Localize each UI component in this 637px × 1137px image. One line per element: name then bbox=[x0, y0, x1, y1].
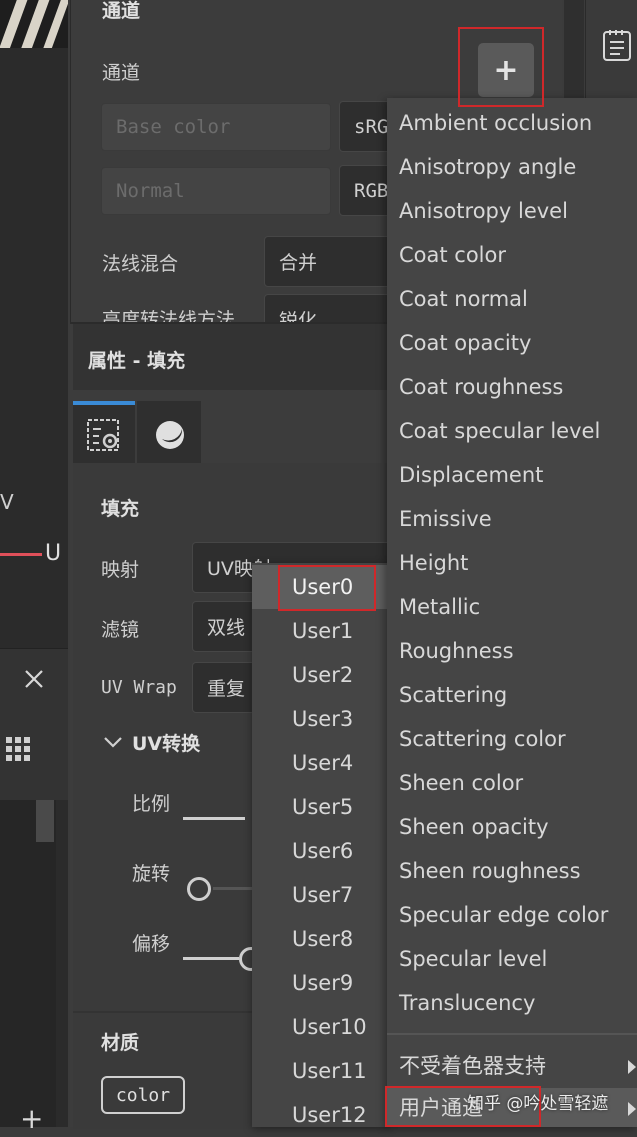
menu-item-channel[interactable]: Metallic bbox=[387, 585, 637, 629]
material-section-title: 材质 bbox=[101, 1032, 140, 1054]
outliner-list bbox=[0, 800, 56, 1127]
menu-item-channel[interactable]: Scattering bbox=[387, 673, 637, 717]
right-toolbar bbox=[564, 0, 584, 100]
filter-label: 滤镜 bbox=[101, 619, 140, 641]
offset-slider[interactable] bbox=[183, 957, 239, 960]
menu-item-user-channel[interactable]: User12 bbox=[252, 1093, 389, 1137]
add-channel-button[interactable]: + bbox=[478, 43, 534, 97]
watermark-text: 知乎 @吟处雪轻遮 bbox=[467, 1094, 609, 1114]
menu-item-channel[interactable]: Displacement bbox=[387, 453, 637, 497]
offset-label: 偏移 bbox=[132, 933, 171, 955]
uvwrap-label: UV Wrap bbox=[101, 677, 177, 698]
tab-material[interactable] bbox=[137, 401, 201, 463]
menu-item-channel[interactable]: Coat specular level bbox=[387, 409, 637, 453]
menu-item-channel[interactable]: Coat normal bbox=[387, 277, 637, 321]
right-dock bbox=[585, 0, 637, 100]
tab-fill-settings[interactable] bbox=[73, 401, 135, 463]
scale-slider[interactable] bbox=[183, 817, 245, 820]
texture-preview bbox=[0, 0, 68, 48]
channels-label: 通道 bbox=[102, 62, 141, 84]
menu-item-channel[interactable]: Specular edge color bbox=[387, 893, 637, 937]
menu-item-user-channel[interactable]: User11 bbox=[252, 1049, 389, 1093]
menu-item-channel[interactable]: Sheen opacity bbox=[387, 805, 637, 849]
menu-item-channel[interactable]: Sheen color bbox=[387, 761, 637, 805]
menu-item-user-channel[interactable]: User7 bbox=[252, 873, 389, 917]
menu-item-channel[interactable]: Roughness bbox=[387, 629, 637, 673]
chevron-down-icon[interactable] bbox=[103, 732, 123, 748]
menu-item-channel[interactable]: Ambient occlusion bbox=[387, 101, 637, 145]
height-to-normal-label: 高度转法线方法 bbox=[102, 309, 236, 322]
rotate-label: 旋转 bbox=[132, 863, 171, 885]
grid-icon[interactable] bbox=[6, 737, 32, 763]
menu-item-channel[interactable]: Height bbox=[387, 541, 637, 585]
submenu-arrow-icon bbox=[627, 1100, 637, 1116]
rotate-slider-track[interactable] bbox=[213, 887, 253, 890]
menu-item-channel[interactable]: Scattering color bbox=[387, 717, 637, 761]
material-sphere-icon bbox=[154, 419, 186, 451]
menu-item-user-channel[interactable]: User1 bbox=[252, 609, 389, 653]
menu-item-user-channel[interactable]: User4 bbox=[252, 741, 389, 785]
menu-item-user-channel[interactable]: User3 bbox=[252, 697, 389, 741]
menu-item-user-channel[interactable]: User2 bbox=[252, 653, 389, 697]
user-channel-menu: User0 User1 User2 User3 User4 User5 User6 User7… bbox=[252, 563, 389, 1127]
menu-item-channel[interactable]: Anisotropy angle bbox=[387, 145, 637, 189]
channels-section-title: 通道 bbox=[102, 0, 141, 22]
properties-title: 属性 - 填充 bbox=[88, 350, 186, 372]
menu-item-user-channel[interactable]: User10 bbox=[252, 1005, 389, 1049]
settings-list-icon bbox=[87, 419, 121, 453]
fill-section-title: 填充 bbox=[101, 498, 140, 520]
color-chip[interactable]: color bbox=[101, 1076, 185, 1114]
scale-label: 比例 bbox=[132, 793, 171, 815]
menu-unsupported-by-shader[interactable]: 不受着色器支持 bbox=[387, 1044, 637, 1088]
channel-name-field-base-color[interactable]: Base color bbox=[101, 103, 331, 151]
menu-item-channel[interactable]: Translucency bbox=[387, 981, 637, 1025]
menu-item-user-channel[interactable]: User5 bbox=[252, 785, 389, 829]
menu-item-user-channel[interactable]: User0 bbox=[252, 565, 389, 609]
submenu-arrow-icon bbox=[627, 1058, 637, 1074]
menu-item-channel[interactable]: Emissive bbox=[387, 497, 637, 541]
viewport-panel: V U + bbox=[0, 0, 68, 1133]
menu-item-user-channel[interactable]: User9 bbox=[252, 961, 389, 1005]
properties-header: 属性 - 填充 bbox=[73, 324, 390, 390]
menu-separator bbox=[387, 1033, 637, 1035]
document-icon[interactable] bbox=[602, 28, 632, 62]
menu-item-channel[interactable]: Sheen roughness bbox=[387, 849, 637, 893]
close-icon[interactable] bbox=[22, 667, 46, 691]
normal-blend-label: 法线混合 bbox=[102, 253, 179, 275]
axis-u-label: U bbox=[45, 541, 62, 566]
menu-item-channel[interactable]: Specular level bbox=[387, 937, 637, 981]
menu-item-user-channel[interactable]: User8 bbox=[252, 917, 389, 961]
outliner-scrollbar[interactable] bbox=[36, 800, 54, 842]
menu-item-user-channel[interactable]: User6 bbox=[252, 829, 389, 873]
menu-item-channel[interactable]: Anisotropy level bbox=[387, 189, 637, 233]
channel-name-field-normal[interactable]: Normal bbox=[101, 167, 331, 215]
plus-icon: + bbox=[493, 52, 519, 88]
axis-v-label: V bbox=[0, 490, 14, 514]
add-icon[interactable]: + bbox=[20, 1105, 43, 1133]
rotate-slider-knob[interactable] bbox=[187, 877, 211, 901]
uv-transform-label[interactable]: UV转换 bbox=[132, 729, 200, 756]
menu-item-channel[interactable]: Coat opacity bbox=[387, 321, 637, 365]
channel-add-menu: Ambient occlusion Anisotropy angle Anisotr… bbox=[387, 98, 637, 1127]
mapping-label: 映射 bbox=[101, 559, 140, 581]
axis-u-line bbox=[0, 553, 42, 556]
menu-item-channel[interactable]: Coat roughness bbox=[387, 365, 637, 409]
menu-item-channel[interactable]: Coat color bbox=[387, 233, 637, 277]
